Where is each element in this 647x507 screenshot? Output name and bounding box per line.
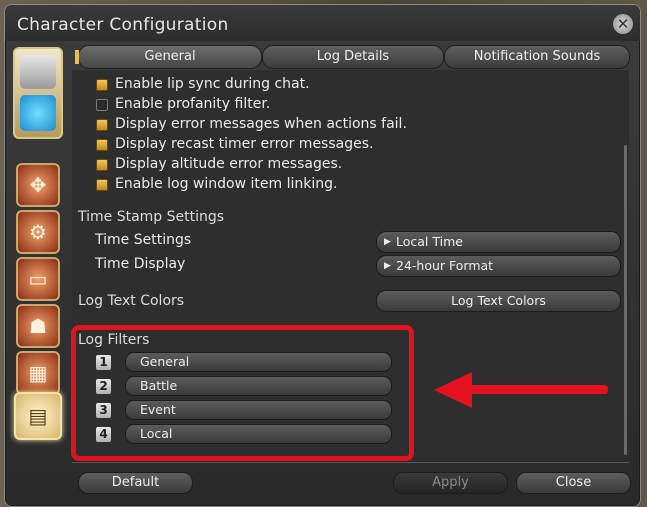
option-label: Enable profanity filter. xyxy=(115,96,271,112)
checkbox-altitude-error[interactable] xyxy=(96,159,108,171)
annotation-highlight-box xyxy=(71,325,414,461)
timestamp-heading: Time Stamp Settings xyxy=(78,209,225,225)
time-display-dropdown[interactable]: ▶ 24-hour Format xyxy=(376,255,621,277)
sidebar-item-items[interactable]: ⚙ xyxy=(16,210,60,254)
sidebar-item-log-window[interactable]: ▤ xyxy=(14,392,62,440)
chat-bubble-icon: ▤ xyxy=(28,404,48,428)
close-icon[interactable]: ✕ xyxy=(613,14,633,34)
dropdown-value: 24-hour Format xyxy=(396,258,494,273)
sidebar-item-panel[interactable]: ▦ xyxy=(16,351,60,395)
scrollbar[interactable] xyxy=(624,145,627,455)
checkbox-recast-timer[interactable] xyxy=(96,139,108,151)
tab-notification-sounds[interactable]: Notification Sounds xyxy=(444,45,630,69)
arrows-icon: ✥ xyxy=(29,173,47,197)
option-label: Display altitude error messages. xyxy=(115,156,343,172)
option-label: Enable lip sync during chat. xyxy=(115,76,310,92)
person-icon: ☗ xyxy=(29,314,47,338)
checkbox-item-linking[interactable] xyxy=(96,179,108,191)
checker-icon: ▦ xyxy=(28,361,48,385)
apply-button[interactable]: Apply xyxy=(393,472,508,494)
time-display-label: Time Display xyxy=(95,256,186,272)
title-bar[interactable]: Character Configuration ✕ xyxy=(5,5,640,41)
triangle-right-icon: ▶ xyxy=(384,237,391,247)
annotation-arrow-icon xyxy=(434,372,472,408)
annotation-arrow-shaft xyxy=(468,385,608,394)
window-title: Character Configuration xyxy=(17,15,229,35)
default-button[interactable]: Default xyxy=(78,472,193,494)
footer-divider xyxy=(72,462,629,463)
sidebar-character-group[interactable] xyxy=(13,47,63,139)
close-button[interactable]: Close xyxy=(516,472,631,494)
option-label: Display recast timer error messages. xyxy=(115,136,374,152)
mouse-icon[interactable] xyxy=(20,95,56,131)
log-text-colors-button[interactable]: Log Text Colors xyxy=(376,290,621,312)
checkbox-profanity-filter[interactable] xyxy=(96,99,108,111)
tab-general[interactable]: General xyxy=(78,45,262,69)
sidebar-item-nameplate[interactable]: ☗ xyxy=(16,304,60,348)
bag-gears-icon: ⚙ xyxy=(29,220,47,244)
triangle-right-icon: ▶ xyxy=(384,261,391,271)
tab-log-details[interactable]: Log Details xyxy=(262,45,444,69)
checkbox-error-messages[interactable] xyxy=(96,119,108,131)
log-text-colors-heading: Log Text Colors xyxy=(78,293,185,309)
gamepad-icon[interactable] xyxy=(20,55,56,89)
checkbox-lip-sync[interactable] xyxy=(96,79,108,91)
sidebar-item-hud[interactable]: ▭ xyxy=(16,257,60,301)
active-tab-marker xyxy=(75,50,79,64)
sidebar-item-control[interactable]: ✥ xyxy=(16,163,60,207)
time-settings-dropdown[interactable]: ▶ Local Time xyxy=(376,231,621,253)
time-settings-label: Time Settings xyxy=(95,232,192,248)
card-icon: ▭ xyxy=(28,267,48,291)
option-label: Enable log window item linking. xyxy=(115,176,338,192)
dropdown-value: Local Time xyxy=(396,234,463,249)
option-label: Display error messages when actions fail… xyxy=(115,116,407,132)
